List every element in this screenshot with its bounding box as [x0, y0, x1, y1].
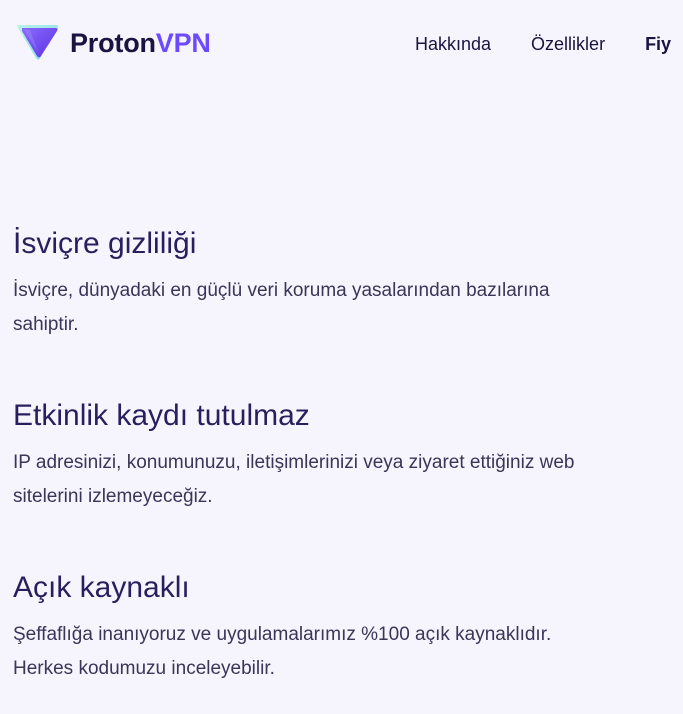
proton-vpn-triangle-logo-icon: [17, 25, 58, 60]
feature-description: Şeffaflığa inanıyoruz ve uygulamalarımız…: [13, 624, 552, 679]
feature-no-logs: Etkinlik kaydı tutulmaz IP adresinizi, k…: [13, 398, 653, 514]
logo-word-proton: Proton: [70, 27, 156, 58]
logo-word-vpn: VPN: [155, 27, 211, 58]
feature-swiss-privacy: İsviçre gizliliği İsviçre, dünyadaki en …: [13, 226, 653, 342]
feature-description: IP adresinizi, konumunuzu, iletişimlerin…: [13, 452, 575, 507]
feature-description: İsviçre, dünyadaki en güçlü veri koruma …: [13, 280, 550, 335]
nav-link-about[interactable]: Hakkında: [415, 33, 491, 55]
logo-wordmark: ProtonVPN: [70, 27, 211, 58]
feature-title: Etkinlik kaydı tutulmaz: [13, 399, 310, 432]
proton-vpn-logo-link[interactable]: ProtonVPN: [16, 22, 211, 64]
feature-title: İsviçre gizliliği: [13, 227, 197, 260]
feature-open-source: Açık kaynaklı Şeffaflığa inanıyoruz ve u…: [13, 570, 653, 686]
feature-title: Açık kaynaklı: [13, 571, 190, 604]
main-nav: Hakkında Özellikler Fiy: [415, 33, 671, 55]
nav-link-features[interactable]: Özellikler: [531, 33, 605, 55]
site-header: ProtonVPN Hakkında Özellikler Fiy: [0, 0, 683, 88]
nav-link-pricing[interactable]: Fiy: [645, 33, 671, 55]
